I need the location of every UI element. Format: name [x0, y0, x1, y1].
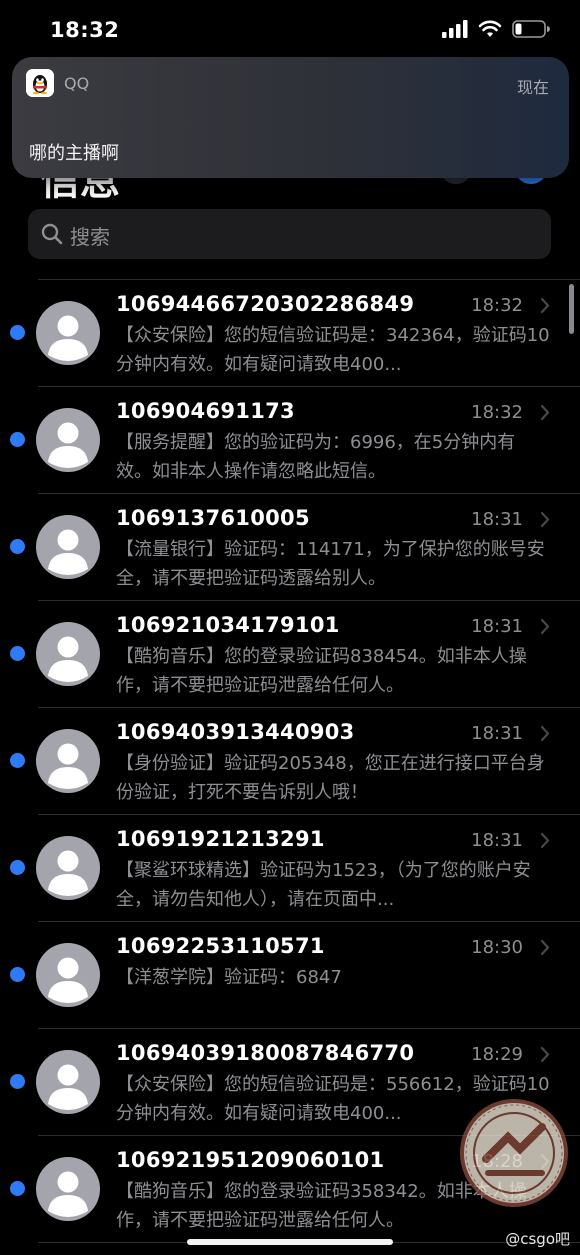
contact-avatar-icon [36, 408, 100, 472]
unread-dot [10, 753, 25, 768]
signal-icon [442, 20, 468, 38]
message-time: 18:29 [471, 1044, 523, 1065]
message-preview: 【流量银行】验证码：114171，为了保护您的账号安全，请不要把验证码透露给别人… [116, 539, 545, 589]
chevron-right-icon [540, 618, 550, 635]
contact-avatar-icon [36, 836, 100, 900]
message-preview: 【众安保险】您的短信验证码是：342364，验证码10分钟内有效。如有疑问请致电… [116, 325, 550, 375]
message-time: 18:32 [471, 402, 523, 423]
watermark-seal [460, 1099, 568, 1207]
chevron-right-icon [540, 725, 550, 742]
home-indicator[interactable] [187, 1239, 393, 1245]
unread-dot [10, 860, 25, 875]
message-sender: 1069137610005 [116, 506, 310, 530]
chevron-right-icon [540, 832, 550, 849]
message-preview: 【酷狗音乐】您的登录验证码838454。如非本人操作，请不要把验证码泄露给任何人… [116, 646, 527, 696]
search-icon [41, 223, 63, 245]
message-row[interactable]: 106921034179101 18:31 【酷狗音乐】您的登录验证码83845… [0, 601, 580, 708]
chevron-right-icon [540, 297, 550, 314]
notification-body: 哪的主播啊 [29, 143, 119, 164]
message-sender: 10694039180087846770 [116, 1041, 415, 1065]
wifi-icon [478, 20, 502, 37]
unread-dot [10, 1074, 25, 1089]
message-row[interactable]: 106944667203022868​49 18:32 【众安保险】您的短信验证… [0, 280, 580, 387]
contact-avatar-icon [36, 943, 100, 1007]
contact-avatar-icon [36, 301, 100, 365]
message-preview: 【身份验证】验证码205348，您正在进行接口平台身份验证，打死不要告诉别人哦！ [116, 753, 545, 803]
scroll-indicator[interactable] [569, 284, 574, 334]
contact-avatar-icon [36, 622, 100, 686]
message-row[interactable]: 1069403913440903 18:31 【身份验证】验证码205348，您… [0, 708, 580, 815]
chevron-right-icon [540, 511, 550, 528]
message-preview: 【洋葱学院】验证码：6847 [116, 967, 342, 988]
message-time: 18:31 [471, 616, 523, 637]
contact-avatar-icon [36, 1050, 100, 1114]
notification-time: 现在 [516, 78, 549, 97]
watermark-text: @csgo吧 [505, 1230, 570, 1248]
status-time: 18:32 [50, 18, 120, 42]
message-time: 18:30 [471, 937, 523, 958]
chevron-right-icon [540, 404, 550, 421]
message-time: 18:32 [471, 295, 523, 316]
message-sender: 106944667203022868​49 [116, 292, 415, 316]
unread-dot [10, 1181, 25, 1196]
message-sender: 106921951209060101 [116, 1148, 385, 1172]
status-bar: 18:32 [0, 0, 580, 60]
status-icons [442, 20, 550, 38]
message-time: 18:31 [471, 509, 523, 530]
chevron-right-icon [540, 939, 550, 956]
battery-icon [512, 20, 550, 38]
chevron-right-icon [540, 1046, 550, 1063]
message-sender: 1069403913440903 [116, 720, 355, 744]
contact-avatar-icon [36, 729, 100, 793]
message-preview: 【服务提醒】您的验证码为：6996，在5分钟内有效。如非本人操作请忽略此短信。 [116, 432, 516, 482]
unread-dot [10, 432, 25, 447]
message-time: 18:31 [471, 830, 523, 851]
message-sender: 10692253110571 [116, 934, 325, 958]
qq-penguin-icon [26, 69, 54, 97]
contact-avatar-icon [36, 515, 100, 579]
message-sender: 10691921213291 [116, 827, 325, 851]
unread-dot [10, 646, 25, 661]
message-sender: 106904691173 [116, 399, 295, 423]
message-row[interactable]: 10691921213291 18:31 【聚鲨环球精选】验证码为1523，（为… [0, 815, 580, 922]
search-placeholder: 搜索 [70, 225, 110, 249]
message-row[interactable]: 106904691173 18:32 【服务提醒】您的验证码为：6996，在5分… [0, 387, 580, 494]
search-input[interactable]: 搜索 [28, 209, 551, 259]
notification-banner[interactable]: QQ 现在 哪的主播啊 [12, 57, 569, 178]
message-preview: 【聚鲨环球精选】验证码为1523，（为了您的账户安全，请勿告知他人），请在页面中… [116, 860, 531, 910]
message-row[interactable]: 1069137610005 18:31 【流量银行】验证码：114171，为了保… [0, 494, 580, 601]
contact-avatar-icon [36, 1157, 100, 1221]
message-sender: 106921034179101 [116, 613, 340, 637]
unread-dot [10, 325, 25, 340]
notification-app-name: QQ [64, 74, 90, 93]
unread-dot [10, 967, 25, 982]
message-time: 18:31 [471, 723, 523, 744]
message-row[interactable]: 10692253110571 18:30 【洋葱学院】验证码：6847 [0, 922, 580, 1029]
unread-dot [10, 539, 25, 554]
